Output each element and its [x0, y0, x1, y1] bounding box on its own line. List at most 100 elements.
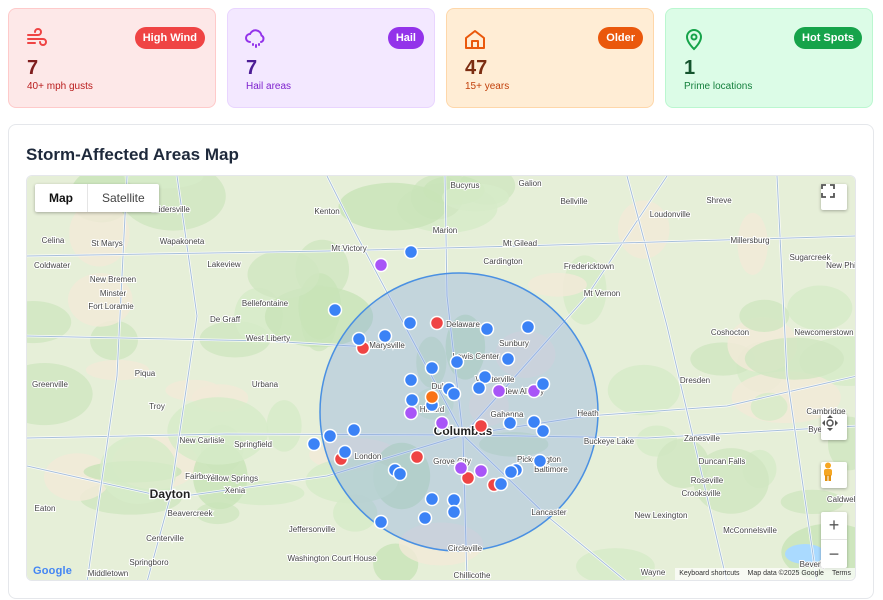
card-hot-spots[interactable]: Hot Spots 1 Prime locations [665, 8, 873, 108]
marker-older[interactable] [535, 376, 551, 392]
marker-older[interactable] [402, 315, 418, 331]
place-label: Bucyrus [451, 181, 480, 190]
place-label: Greenville [32, 380, 69, 389]
keyboard-shortcuts-link[interactable]: Keyboard shortcuts [679, 568, 739, 580]
place-label: Loudonville [650, 210, 691, 219]
stats-cards: High Wind 7 40+ mph gusts Hail 7 Hail ar… [8, 8, 875, 108]
place-label: Bellefontaine [242, 299, 289, 308]
marker-older[interactable] [471, 380, 487, 396]
place-label: Coldwater [34, 261, 70, 270]
place-label: Dayton [150, 487, 191, 501]
marker-older[interactable] [417, 510, 433, 526]
marker-older[interactable] [403, 372, 419, 388]
marker-older[interactable] [503, 464, 519, 480]
marker-wind[interactable] [473, 418, 489, 434]
zoom-out-button[interactable]: − [821, 540, 847, 568]
card-high-wind[interactable]: High Wind 7 40+ mph gusts [8, 8, 216, 108]
place-label: Buckeye Lake [584, 437, 635, 446]
camera-control-button[interactable] [821, 414, 847, 440]
place-label: Zanesville [684, 434, 721, 443]
marker-hail[interactable] [434, 415, 450, 431]
map-svg[interactable]: ColumbusDaytonDelawareMarysvilleMarionMt… [27, 176, 856, 581]
place-label: Galion [518, 179, 541, 188]
marker-hail[interactable] [491, 383, 507, 399]
marker-older[interactable] [346, 422, 362, 438]
marker-wind[interactable] [429, 315, 445, 331]
place-label: Cardington [483, 257, 522, 266]
hail-badge: Hail [387, 27, 424, 49]
google-logo: Google [33, 565, 72, 577]
marker-older[interactable] [392, 466, 408, 482]
marker-hail[interactable] [453, 460, 469, 476]
google-logo-text: Google [33, 565, 73, 577]
place-label: New Bremen [90, 275, 136, 284]
place-label: Springboro [129, 558, 169, 567]
place-label: Chillicothe [454, 571, 491, 580]
map-data-credit: Map data ©2025 Google [747, 570, 824, 577]
marker-older[interactable] [493, 476, 509, 492]
high-wind-subtitle: 40+ mph gusts [27, 81, 93, 92]
map-type-map-button[interactable]: Map [35, 184, 88, 212]
card-older-homes[interactable]: Older 47 15+ years [446, 8, 654, 108]
fullscreen-icon [821, 184, 835, 198]
place-label: Wapakoneta [160, 237, 205, 246]
marker-older[interactable] [306, 436, 322, 452]
place-label: New Carlisle [180, 436, 225, 445]
marker-older[interactable] [500, 351, 516, 367]
marker-older[interactable] [502, 415, 518, 431]
place-label: Lakeview [207, 260, 241, 269]
marker-older[interactable] [446, 492, 462, 508]
marker-older[interactable] [520, 319, 536, 335]
map-canvas[interactable]: Columbus Dayton Delaware Marysville Marion Mt… [26, 175, 856, 581]
marker-hail[interactable] [403, 405, 419, 421]
marker-older[interactable] [327, 302, 343, 318]
place-label: Celina [42, 236, 65, 245]
card-hail[interactable]: Hail 7 Hail areas [227, 8, 435, 108]
marker-older[interactable] [377, 328, 393, 344]
place-label: St Marys [91, 239, 123, 248]
terrain-patch [247, 250, 320, 299]
terms-link[interactable]: Terms [832, 568, 851, 580]
zoom-in-button[interactable]: + [821, 512, 847, 540]
map-type-toggle: Map Satellite [35, 184, 159, 212]
place-label: Springfield [234, 440, 272, 449]
street-view-pegman[interactable] [821, 462, 847, 488]
place-label: Roseville [691, 476, 724, 485]
fullscreen-button[interactable] [821, 184, 847, 210]
place-label: Mt Victory [331, 244, 366, 253]
place-label: Shreve [706, 196, 732, 205]
marker-older[interactable] [351, 331, 367, 347]
marker-older[interactable] [424, 360, 440, 376]
marker-older[interactable] [449, 354, 465, 370]
marker-older[interactable] [424, 491, 440, 507]
marker-older[interactable] [337, 444, 353, 460]
map-type-satellite-button[interactable]: Satellite [88, 184, 159, 212]
zoom-control: + − [821, 512, 847, 568]
marker-older[interactable] [404, 392, 420, 408]
marker-older[interactable] [373, 514, 389, 530]
place-label: Middletown [88, 569, 128, 578]
place-label: Dresden [680, 376, 710, 385]
terrain-patch [528, 272, 587, 297]
map-pin-icon [682, 27, 706, 51]
marker-hail[interactable] [373, 257, 389, 273]
marker-hail[interactable] [473, 463, 489, 479]
place-label: Kenton [314, 207, 339, 216]
marker-older[interactable] [446, 504, 462, 520]
marker-older[interactable] [446, 386, 462, 402]
map-attribution: Keyboard shortcuts Map data ©2025 Google… [675, 568, 855, 580]
marker-hotspot[interactable] [424, 389, 440, 405]
marker-older[interactable] [322, 428, 338, 444]
marker-wind[interactable] [409, 449, 425, 465]
place-label: Delaware [446, 320, 480, 329]
marker-older[interactable] [532, 453, 548, 469]
marker-older[interactable] [535, 423, 551, 439]
house-icon [463, 27, 487, 51]
marker-older[interactable] [479, 321, 495, 337]
place-label: Fort Loramie [88, 302, 134, 311]
place-label: Millersburg [730, 236, 769, 245]
marker-older[interactable] [403, 244, 419, 260]
place-label: Duncan Falls [699, 457, 746, 466]
place-label: New Philadelphia [826, 261, 856, 270]
place-label: Wayne [641, 568, 666, 577]
